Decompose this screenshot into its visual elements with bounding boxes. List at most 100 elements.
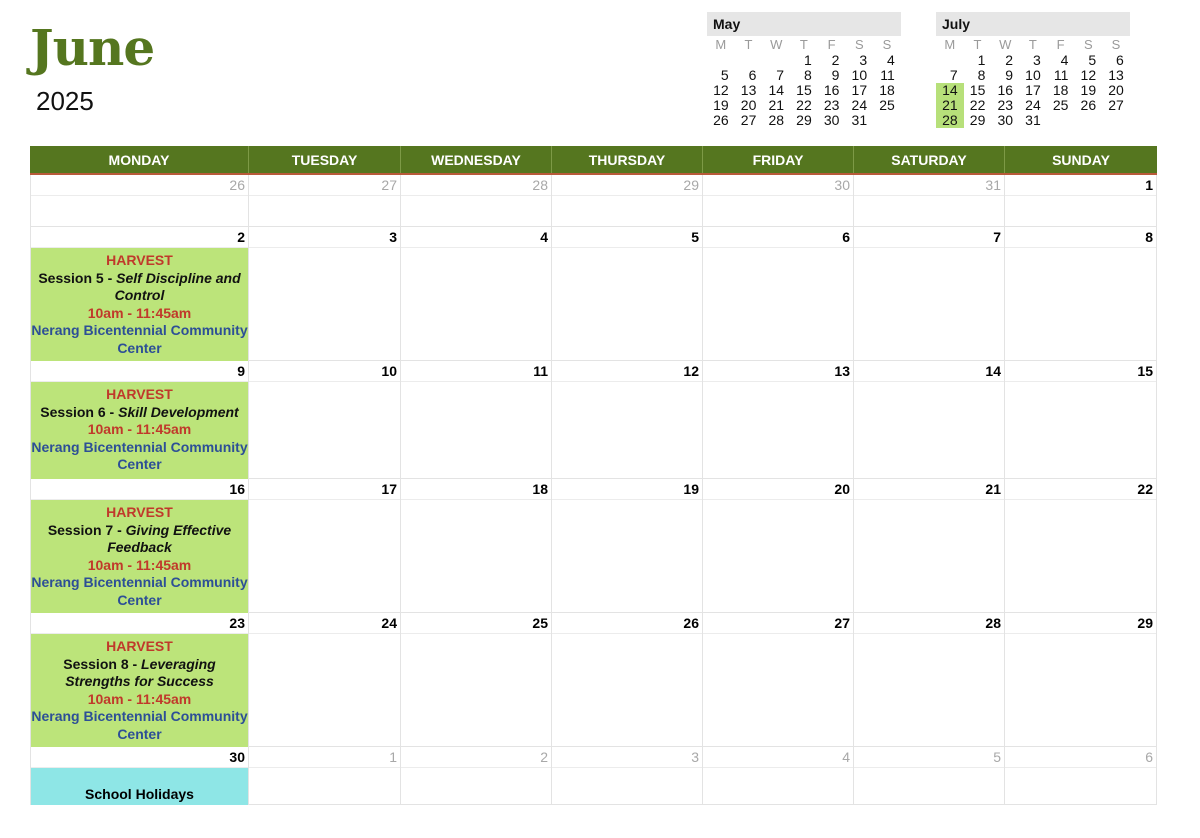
day-cell[interactable]: 16 HARVEST Session 7 - Giving Effective Fe… bbox=[30, 479, 249, 613]
day-cell[interactable]: 11 bbox=[401, 361, 552, 479]
mini-day bbox=[1074, 113, 1102, 128]
day-cell[interactable]: 28 bbox=[401, 175, 552, 227]
day-cell[interactable]: 22 bbox=[1005, 479, 1157, 613]
day-cell[interactable]: 2 bbox=[401, 747, 552, 805]
mini-day: 2 bbox=[1005, 52, 1014, 68]
day-cell[interactable]: 12 bbox=[552, 361, 703, 479]
mini-day: 16 bbox=[997, 82, 1014, 98]
mini-day: 12 bbox=[713, 82, 729, 98]
day-cell[interactable]: 8 bbox=[1005, 227, 1157, 361]
mini-weekday-label: S bbox=[882, 37, 892, 52]
day-cell[interactable]: 21 bbox=[854, 479, 1005, 613]
day-cell[interactable]: 31 bbox=[854, 175, 1005, 227]
event-session-name: Skill Development bbox=[118, 403, 239, 420]
day-number: 30 bbox=[31, 747, 248, 768]
mini-day: 17 bbox=[851, 82, 868, 98]
day-cell[interactable]: 13 bbox=[703, 361, 854, 479]
day-cell[interactable]: 10 bbox=[249, 361, 401, 479]
event-session: Session 5 - Self Discipline and Control bbox=[31, 270, 248, 305]
day-cell[interactable]: 26 bbox=[552, 613, 703, 747]
day-number: 29 bbox=[552, 175, 702, 196]
day-number: 10 bbox=[249, 361, 400, 382]
day-cell[interactable]: 27 bbox=[703, 613, 854, 747]
day-cell[interactable]: 5 bbox=[854, 747, 1005, 805]
day-cell[interactable]: 6 bbox=[703, 227, 854, 361]
day-cell[interactable]: 26 bbox=[30, 175, 249, 227]
mini-day: 8 bbox=[977, 67, 986, 83]
day-number: 13 bbox=[703, 361, 853, 382]
day-number: 30 bbox=[703, 175, 853, 196]
day-cell[interactable]: 23 HARVEST Session 8 - Leveraging Strength… bbox=[30, 613, 249, 747]
day-cell[interactable]: 30 bbox=[703, 175, 854, 227]
mini-day: 24 bbox=[1025, 97, 1041, 113]
mini-day bbox=[1102, 113, 1130, 128]
day-number: 4 bbox=[401, 227, 551, 248]
mini-weekday-label: T bbox=[973, 37, 982, 52]
day-number: 21 bbox=[854, 479, 1004, 500]
mini-day: 26 bbox=[713, 112, 729, 128]
day-number: 31 bbox=[854, 175, 1004, 196]
mini-day: 5 bbox=[720, 67, 729, 83]
day-number: 5 bbox=[854, 747, 1004, 768]
calendar-event[interactable]: HARVEST Session 8 - Leveraging Strengths … bbox=[31, 634, 248, 747]
day-cell[interactable]: 7 bbox=[854, 227, 1005, 361]
event-title: HARVEST bbox=[106, 386, 173, 402]
mini-day: 14 bbox=[768, 82, 785, 98]
mini-day: 7 bbox=[776, 67, 785, 83]
mini-day: 11 bbox=[1053, 67, 1069, 83]
day-cell[interactable]: 18 bbox=[401, 479, 552, 613]
mini-weekday-label: W bbox=[770, 37, 783, 52]
day-cell[interactable]: 3 bbox=[249, 227, 401, 361]
day-cell[interactable]: 20 bbox=[703, 479, 854, 613]
mini-calendar-title: July bbox=[936, 12, 1130, 36]
day-number: 17 bbox=[249, 479, 400, 500]
weekday-header-row: MONDAY TUESDAY WEDNESDAY THURSDAY FRIDAY SATU… bbox=[30, 146, 1157, 175]
day-cell[interactable]: 25 bbox=[401, 613, 552, 747]
calendar-event[interactable]: HARVEST Session 5 - Self Discipline and C… bbox=[31, 248, 248, 361]
mini-calendar-title: May bbox=[707, 12, 901, 36]
day-cell[interactable]: 15 bbox=[1005, 361, 1157, 479]
week-row: 9 HARVEST Session 6 - Skill Development 10a… bbox=[30, 361, 1157, 479]
calendar-event[interactable]: HARVEST Session 6 - Skill Development 10am… bbox=[31, 382, 248, 479]
event-title: HARVEST bbox=[106, 638, 173, 654]
day-cell[interactable]: 4 bbox=[401, 227, 552, 361]
day-cell[interactable]: 6 bbox=[1005, 747, 1157, 805]
day-cell[interactable]: 4 bbox=[703, 747, 854, 805]
day-cell[interactable]: 3 bbox=[552, 747, 703, 805]
mini-day: 23 bbox=[823, 97, 840, 113]
mini-weekday-label: S bbox=[854, 37, 864, 52]
day-cell[interactable]: 29 bbox=[552, 175, 703, 227]
day-cell[interactable]: 19 bbox=[552, 479, 703, 613]
day-cell[interactable]: 24 bbox=[249, 613, 401, 747]
day-cell[interactable]: 1 bbox=[249, 747, 401, 805]
day-cell[interactable]: 27 bbox=[249, 175, 401, 227]
mini-day: 31 bbox=[851, 112, 868, 128]
mini-day: 22 bbox=[796, 97, 812, 113]
day-cell[interactable]: 17 bbox=[249, 479, 401, 613]
mini-day: 10 bbox=[1025, 67, 1041, 83]
day-number: 2 bbox=[31, 227, 248, 248]
mini-calendar-may: May M T W T F S S 1 2 3 4 5 6 7 8 9 10 11 12 13 14 15 16 17 18 19… bbox=[707, 12, 901, 128]
mini-day: 7 bbox=[949, 67, 958, 83]
weekday-header-saturday: SATURDAY bbox=[854, 146, 1005, 173]
day-cell[interactable]: 5 bbox=[552, 227, 703, 361]
mini-day: 16 bbox=[823, 82, 840, 98]
day-number: 24 bbox=[249, 613, 400, 634]
day-cell[interactable]: 29 bbox=[1005, 613, 1157, 747]
mini-day bbox=[735, 53, 763, 68]
day-number: 11 bbox=[401, 361, 551, 382]
mini-weekday-label: S bbox=[1111, 37, 1121, 52]
day-cell[interactable]: 14 bbox=[854, 361, 1005, 479]
day-cell[interactable]: 30 School Holidays bbox=[30, 747, 249, 805]
calendar-event[interactable]: HARVEST Session 7 - Giving Effective Feed… bbox=[31, 500, 248, 613]
school-holidays-event[interactable]: School Holidays bbox=[31, 768, 248, 805]
mini-day bbox=[873, 113, 901, 128]
day-cell[interactable]: 28 bbox=[854, 613, 1005, 747]
day-cell[interactable]: 2 HARVEST Session 5 - Self Discipline and … bbox=[30, 227, 249, 361]
mini-day: 13 bbox=[740, 82, 757, 98]
mini-day: 15 bbox=[796, 82, 812, 98]
day-cell[interactable]: 1 bbox=[1005, 175, 1157, 227]
day-number: 2 bbox=[401, 747, 551, 768]
event-session: Session 7 - Giving Effective Feedback bbox=[31, 522, 248, 557]
day-cell[interactable]: 9 HARVEST Session 6 - Skill Development 10a… bbox=[30, 361, 249, 479]
